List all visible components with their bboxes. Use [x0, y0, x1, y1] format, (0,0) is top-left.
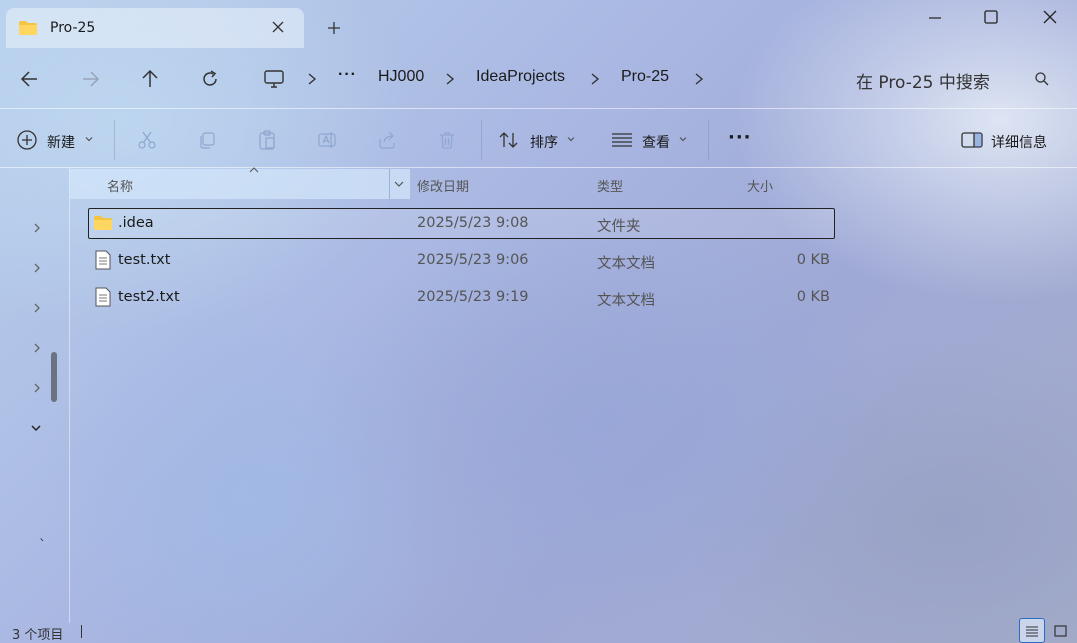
toolbar-separator: [114, 120, 115, 160]
copy-icon[interactable]: [197, 130, 217, 150]
file-size: 0 KB: [796, 289, 830, 305]
column-size[interactable]: 大小: [747, 176, 773, 195]
view-button[interactable]: 查看: [642, 132, 670, 152]
column-name: 名称: [107, 180, 134, 195]
status-separator: [81, 625, 82, 638]
large-icons-view-toggle[interactable]: [1053, 624, 1069, 638]
file-type: 文件夹: [597, 219, 641, 235]
toolbar-separator: [708, 120, 709, 160]
back-button[interactable]: [20, 66, 40, 92]
file-type: 文本文档: [597, 293, 655, 309]
folder-icon: [93, 215, 113, 231]
column-modified[interactable]: 修改日期: [417, 176, 469, 195]
text-file-icon: [95, 287, 111, 307]
search-input[interactable]: 在 Pro-25 中搜索: [856, 68, 990, 93]
sort-icon[interactable]: [498, 130, 520, 150]
toolbar-divider: [0, 108, 1077, 109]
expand-chevron-icon[interactable]: [31, 341, 43, 355]
text-file-icon: [95, 250, 111, 270]
file-modified: 2025/5/23 9:08: [417, 215, 529, 231]
content-divider: [0, 167, 1077, 168]
collapse-chevron-icon[interactable]: [29, 421, 43, 435]
new-tab-button[interactable]: [326, 20, 342, 36]
nav-pane-scrollbar[interactable]: [51, 352, 57, 402]
details-view-toggle[interactable]: [1019, 618, 1045, 643]
refresh-button[interactable]: [200, 66, 220, 92]
chevron-right-icon[interactable]: [305, 66, 319, 92]
new-button[interactable]: 新建: [47, 132, 75, 152]
delete-icon[interactable]: [437, 130, 457, 150]
file-modified: 2025/5/23 9:19: [417, 289, 529, 305]
file-name[interactable]: .idea: [118, 215, 154, 231]
paste-icon[interactable]: [257, 129, 277, 151]
chevron-down-icon[interactable]: [678, 134, 688, 144]
navigation-pane: [0, 168, 70, 623]
close-tab-icon[interactable]: [270, 19, 286, 35]
rename-icon[interactable]: [317, 130, 337, 150]
chevron-right-icon[interactable]: [588, 66, 602, 92]
file-size: 0 KB: [796, 252, 830, 268]
breadcrumb-overflow[interactable]: ···: [338, 66, 357, 84]
column-divider: [389, 169, 390, 199]
chevron-down-icon[interactable]: [566, 134, 576, 144]
close-window-button[interactable]: [1042, 9, 1058, 25]
expand-chevron-icon[interactable]: [31, 261, 43, 275]
cut-icon[interactable]: [137, 130, 157, 150]
view-icon[interactable]: [611, 131, 633, 149]
forward-button[interactable]: [80, 66, 100, 92]
details-pane-icon[interactable]: [961, 131, 983, 149]
up-button[interactable]: [140, 66, 160, 92]
minimize-button[interactable]: [927, 10, 943, 26]
search-icon[interactable]: [1034, 71, 1050, 87]
sort-button[interactable]: 排序: [530, 132, 558, 152]
chevron-right-icon[interactable]: [692, 66, 706, 92]
column-dropdown-icon[interactable]: [393, 178, 405, 190]
details-button[interactable]: 详细信息: [991, 132, 1047, 152]
file-type: 文本文档: [597, 256, 655, 272]
file-name[interactable]: test2.txt: [118, 289, 180, 305]
item-count: 3 个项目: [12, 628, 64, 643]
more-options-button[interactable]: ···: [728, 127, 752, 148]
breadcrumb-ideaprojects[interactable]: IdeaProjects: [476, 68, 565, 86]
stray-mark: `: [39, 538, 46, 554]
chevron-down-icon[interactable]: [84, 134, 94, 144]
chevron-right-icon[interactable]: [443, 66, 457, 92]
file-name[interactable]: test.txt: [118, 252, 170, 268]
file-modified: 2025/5/23 9:06: [417, 252, 529, 268]
breadcrumb-hj000[interactable]: HJ000: [378, 68, 424, 86]
new-plus-icon[interactable]: [16, 129, 38, 151]
folder-icon: [18, 20, 38, 36]
breadcrumb-pro-25[interactable]: Pro-25: [621, 68, 669, 86]
sort-ascending-icon: [248, 166, 260, 174]
column-type[interactable]: 类型: [597, 176, 623, 195]
this-pc-icon[interactable]: [263, 66, 285, 92]
expand-chevron-icon[interactable]: [31, 301, 43, 315]
tab-title: Pro-25: [50, 20, 96, 36]
share-icon[interactable]: [377, 130, 397, 150]
expand-chevron-icon[interactable]: [31, 381, 43, 395]
toolbar-separator: [481, 120, 482, 160]
maximize-button[interactable]: [984, 10, 998, 24]
expand-chevron-icon[interactable]: [31, 221, 43, 235]
